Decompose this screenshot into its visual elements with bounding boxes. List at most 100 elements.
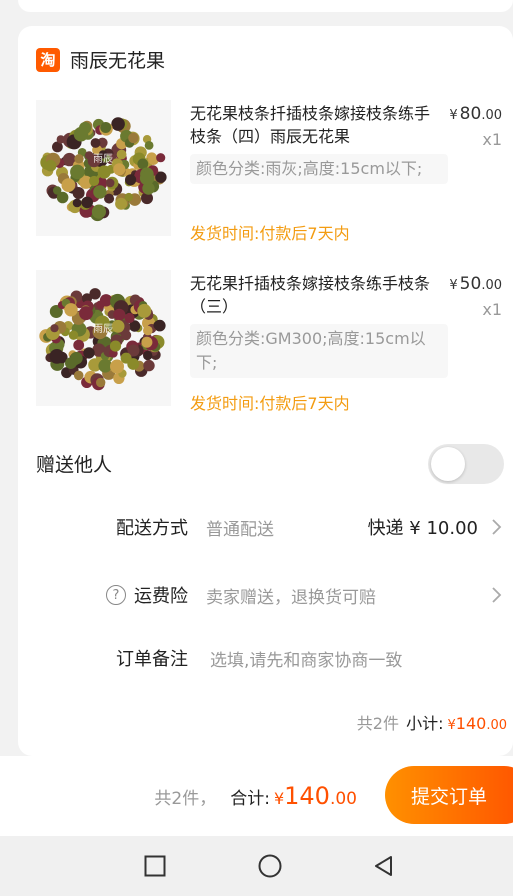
fig-dot [121,330,132,341]
fig-dot [141,336,153,348]
fig-dot [143,325,153,336]
item-price: ¥80.00 [449,104,502,124]
item-title[interactable]: 无花果扦插枝条嫁接枝条练手枝条（三） [190,272,430,318]
fig-pile-image: 雨辰 [36,100,171,236]
fig-dot [44,159,57,172]
item-title[interactable]: 无花果枝条扦插枝条嫁接枝条练手枝条（四）雨辰无花果 [190,102,430,148]
fig-dot [90,138,101,148]
total-count: 共2件， [154,789,217,809]
fig-dot [124,192,133,202]
delivery-fee: 快递 ¥ 10.00 [367,518,478,539]
help-icon[interactable]: ? [106,585,126,605]
fig-dot [73,126,89,142]
delivery-method-row[interactable]: 配送方式 普通配送 快递 ¥ 10.00 [36,512,504,542]
insurance-label-wrap: ? 运费险 [106,582,188,608]
shop-order-card: 淘 雨辰无花果 雨辰 无花果枝条扦插枝条嫁接枝条练手枝条（四）雨辰无花果 ¥80… [18,26,513,756]
fig-dot [49,349,65,364]
fig-dot [111,319,125,333]
fig-dot [113,308,126,321]
order-item[interactable]: 雨辰 无花果枝条扦插枝条嫁接枝条练手枝条（四）雨辰无花果 ¥80.00 x1 颜… [36,100,504,243]
fig-dot [104,193,115,204]
fig-dot [109,340,122,352]
fig-dot [91,204,106,219]
fig-dot [125,174,137,186]
product-thumbnail[interactable]: 雨辰 [36,270,171,406]
fig-dot [143,359,155,372]
back-icon[interactable] [370,852,398,880]
fig-dot [111,117,125,131]
fig-dot [96,377,106,388]
toggle-knob [431,447,465,481]
shipping-insurance-row[interactable]: ? 运费险 卖家赠送，退换货可赔 [36,580,504,610]
thumb-watermark: 雨辰 [93,153,113,165]
fig-dot [73,339,85,351]
note-label: 订单备注 [116,649,188,670]
order-total: 共2件， 合计: ¥ 140 .00 [154,782,357,810]
fig-dot [156,153,166,163]
checkout-bar: 共2件， 合计: ¥ 140 .00 提交订单 [0,756,513,836]
fig-dot [61,178,76,192]
chevron-right-icon [488,517,504,537]
shop-header[interactable]: 淘 雨辰无花果 [36,46,165,73]
item-spec[interactable]: 颜色分类:雨灰;高度:15cm以下; [190,154,448,184]
fig-dot [105,178,115,188]
subtotal-count: 共2件 [356,714,399,733]
item-spec[interactable]: 颜色分类:GM300;高度:15cm以下; [190,324,448,378]
shop-name[interactable]: 雨辰无花果 [70,46,165,73]
fig-dot [142,182,155,195]
fig-dot [153,320,163,330]
fig-dot [113,163,126,176]
fig-dot [89,288,101,300]
product-thumbnail[interactable]: 雨辰 [36,100,171,236]
fig-dot [96,300,105,310]
fig-dot [143,350,153,361]
submit-order-button[interactable]: 提交订单 [385,766,513,824]
fig-dot [89,175,100,187]
recent-apps-icon[interactable] [141,852,169,880]
item-ship-time: 发货时间:付款后7天内 [190,394,350,413]
subtotal-label: 小计: [406,714,444,733]
order-note-row[interactable]: 订单备注 选填,请先和商家协商一致 [36,643,504,673]
fig-dot [83,347,95,359]
fig-dot [116,149,127,160]
chevron-right-icon [488,585,504,605]
fig-dot [72,187,85,199]
fig-dot [74,154,84,164]
fig-dot [110,359,124,374]
item-price: ¥50.00 [449,274,502,294]
fig-dot [137,303,152,318]
insurance-label: 运费险 [134,586,188,607]
fig-dot [56,135,65,144]
fig-dot [115,197,128,210]
fig-dot [65,357,77,369]
note-input[interactable]: 选填,请先和商家协商一致 [210,646,402,671]
insurance-value: 卖家赠送，退换货可赔 [206,588,376,608]
previous-card-edge [18,0,513,12]
total-amount: 140 [284,782,330,810]
fig-dot [68,330,79,340]
home-icon[interactable] [256,852,284,880]
item-quantity: x1 [482,300,502,319]
total-label: 合计: [230,789,270,809]
item-quantity: x1 [482,130,502,149]
subtotal-amount: 140 [455,714,487,733]
fig-dot [128,132,139,144]
fig-dot [124,312,135,324]
taobao-logo-icon: 淘 [36,47,60,72]
fig-dot [50,324,59,333]
gift-label: 赠送他人 [36,454,113,476]
fig-dot [144,141,154,150]
order-item[interactable]: 雨辰 无花果扦插枝条嫁接枝条练手枝条（三） ¥50.00 x1 颜色分类:GM3… [36,270,504,413]
item-ship-time: 发货时间:付款后7天内 [190,224,350,243]
fig-dot [73,370,84,381]
fig-dot [97,165,111,179]
fig-dot [81,196,93,209]
system-nav-bar [0,836,513,896]
fig-dot [100,122,112,133]
fig-pile-image: 雨辰 [36,270,171,406]
delivery-label: 配送方式 [116,518,188,539]
gift-toggle[interactable] [428,444,504,484]
fig-dot [72,198,82,208]
fig-dot [98,359,112,373]
delivery-value: 普通配送 [206,520,274,540]
